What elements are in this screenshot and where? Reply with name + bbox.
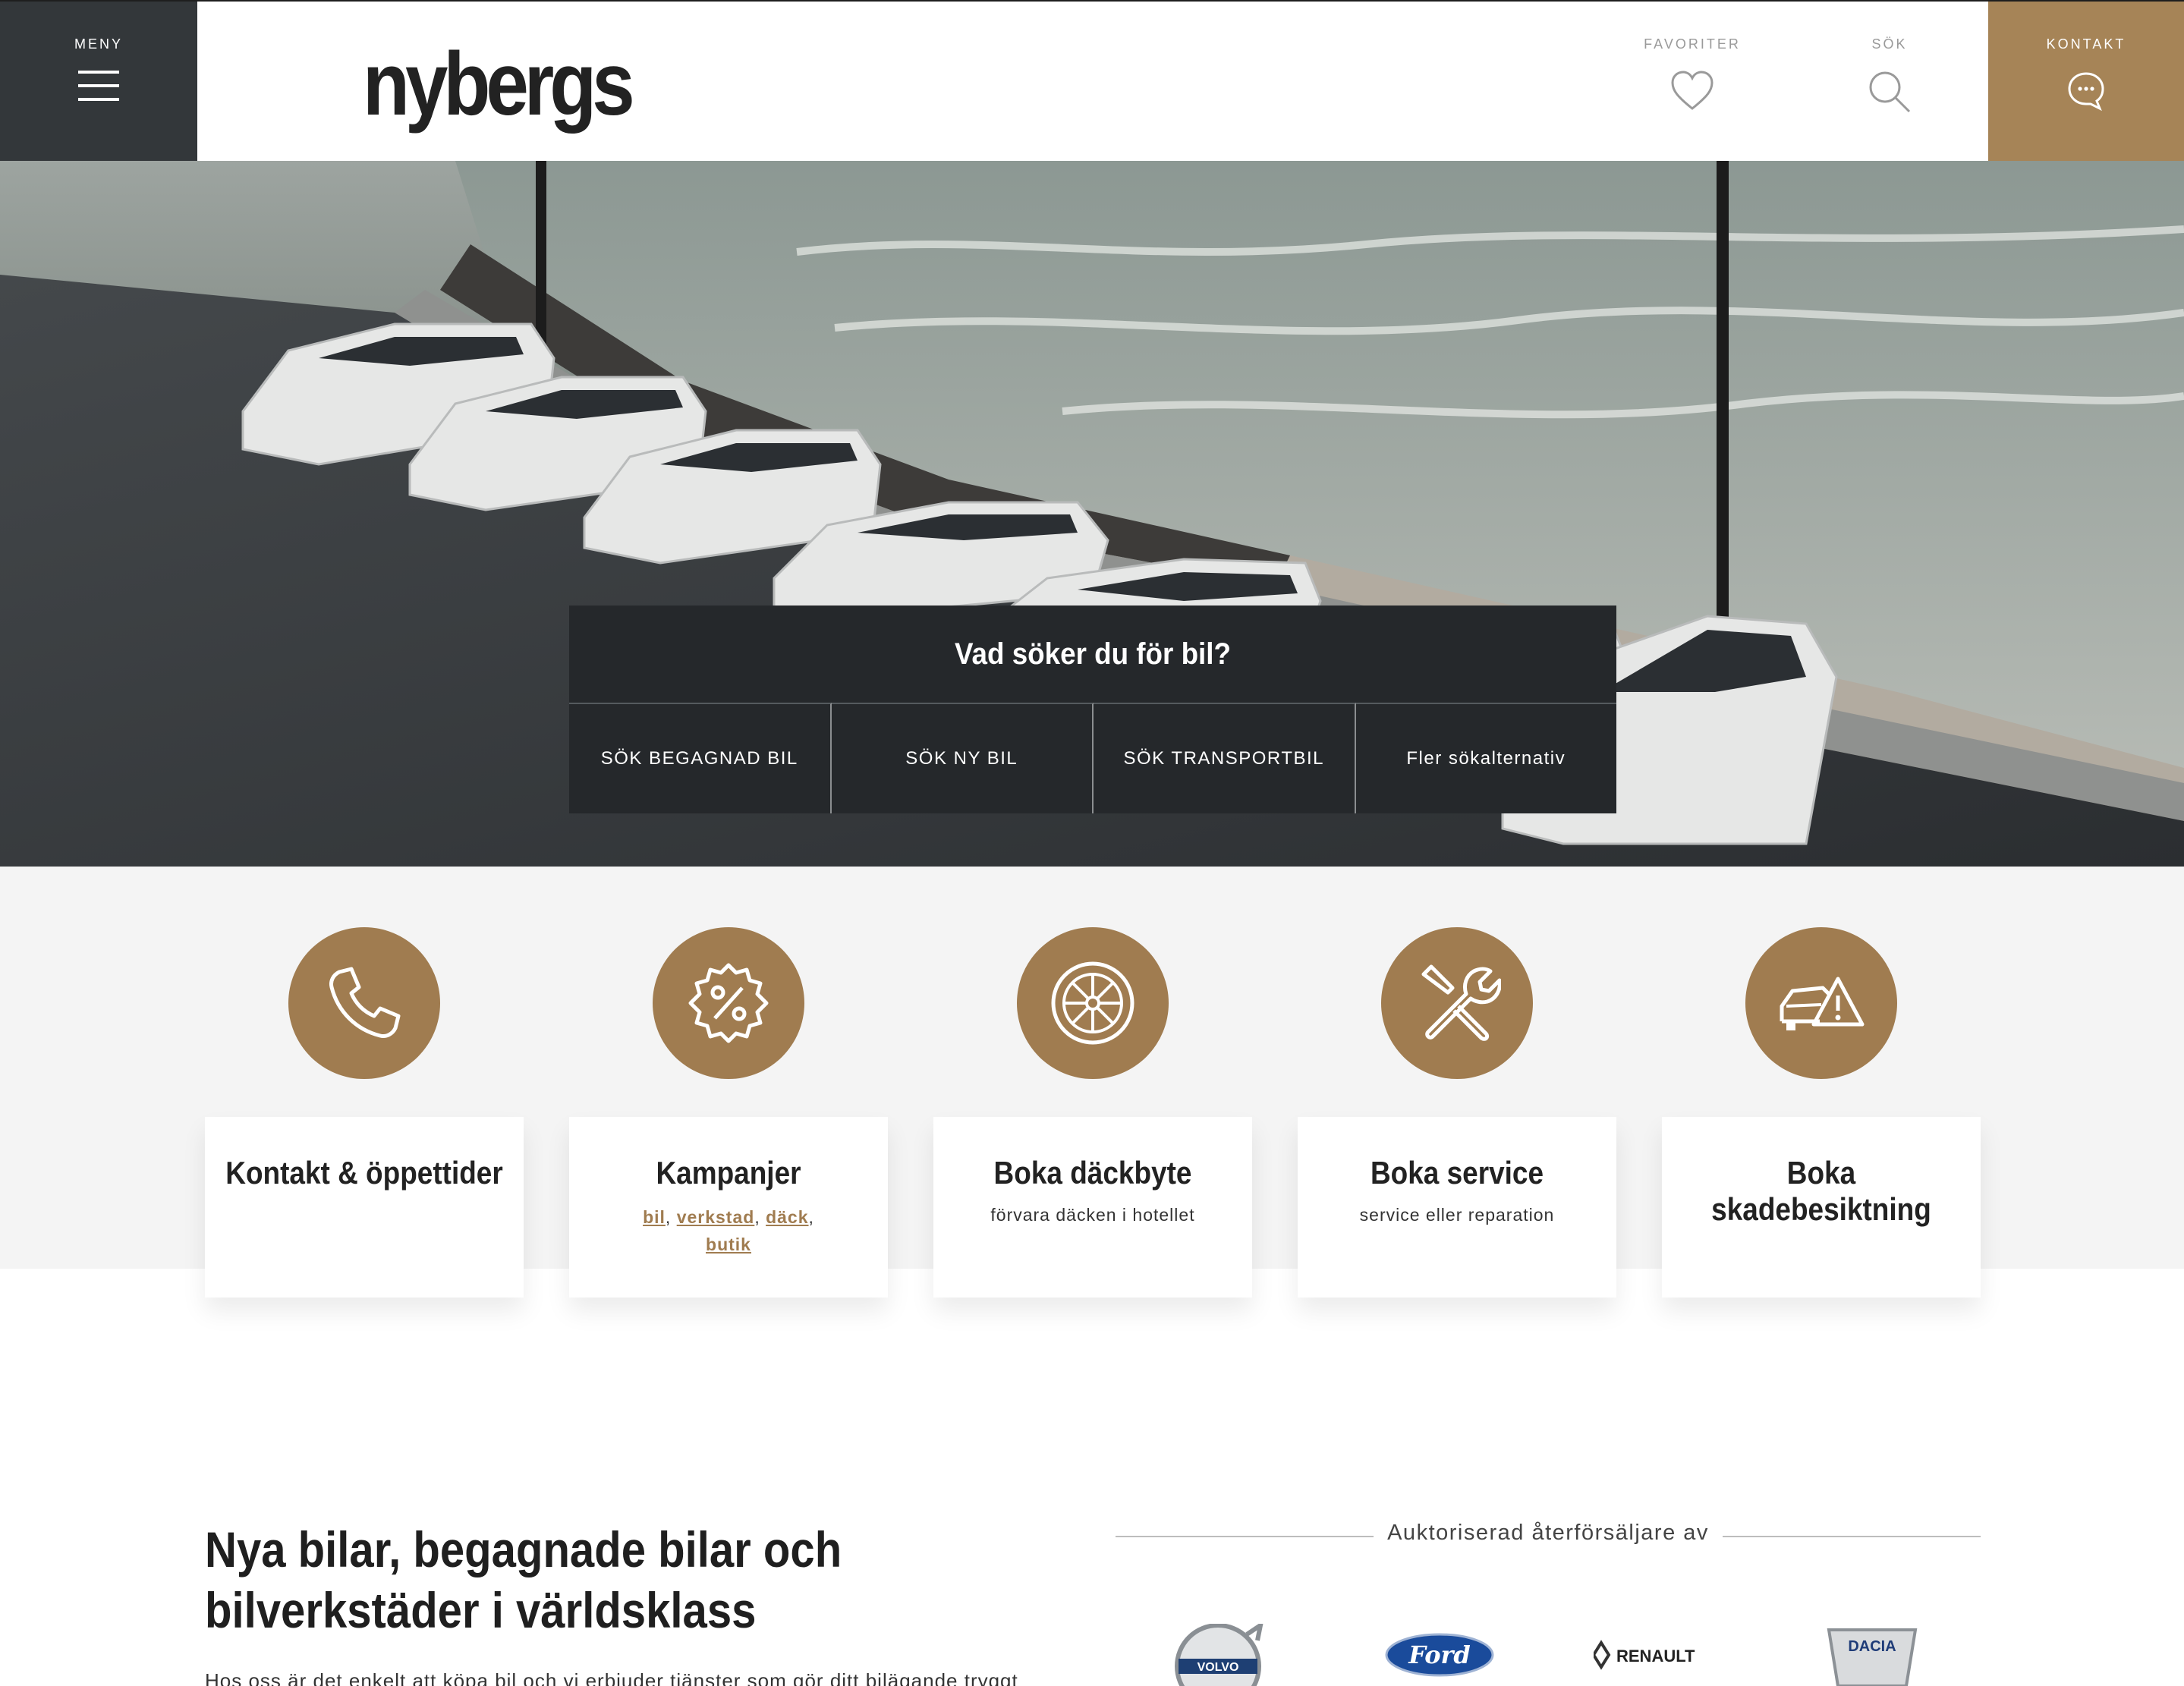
search-options: SÖK BEGAGNAD BIL SÖK NY BIL SÖK TRANSPOR… — [569, 703, 1616, 813]
search-icon — [1869, 71, 1911, 113]
phone-icon — [329, 967, 401, 1038]
ford-logo-icon: Ford — [1385, 1633, 1494, 1677]
search-used-car-button[interactable]: SÖK BEGAGNAD BIL — [569, 703, 832, 813]
search-box-title: Vad söker du för bil? — [955, 637, 1231, 671]
service-damage-title: Boka skadebesiktning — [1711, 1155, 1931, 1227]
service-campaigns-title: Kampanjer — [656, 1155, 801, 1191]
brand-volvo[interactable]: VOLVO — [1169, 1624, 1275, 1686]
percent-badge-icon — [688, 963, 769, 1043]
search-transport-car-button[interactable]: SÖK TRANSPORTBIL — [1094, 703, 1356, 813]
service-repair-subtitle: service eller reparation — [1359, 1205, 1555, 1225]
hero-banner: Vad söker du för bil? SÖK BEGAGNAD BIL S… — [0, 161, 2184, 867]
service-damage-card[interactable]: Boka skadebesiktning — [1662, 1117, 1981, 1298]
service-repair-card[interactable]: Boka service service eller reparation — [1298, 1117, 1616, 1298]
menu-label: MENY — [74, 36, 123, 52]
campaign-link-shop[interactable]: butik — [706, 1235, 751, 1254]
site-logo[interactable]: nybergs — [363, 39, 635, 129]
search-label: SÖK — [1871, 36, 1908, 52]
car-search-box: Vad söker du för bil? SÖK BEGAGNAD BIL S… — [569, 606, 1616, 813]
renault-logo-icon: RENAULT — [1594, 1640, 1695, 1670]
service-campaigns-card[interactable]: Kampanjer bil, verkstad, däck, butik — [569, 1117, 888, 1298]
dacia-text: DACIA — [1848, 1638, 1896, 1655]
campaign-link-tires[interactable]: däck — [766, 1207, 808, 1227]
tools-icon — [1421, 964, 1501, 1041]
service-contact-card[interactable]: Kontakt & öppettider — [205, 1117, 524, 1298]
tire-icon — [1051, 961, 1134, 1045]
favorites-button[interactable]: FAVORITER — [1639, 2, 1745, 162]
intro-text: Hos oss är det enkelt att köpa bil och v… — [205, 1669, 1018, 1686]
service-tire-card[interactable]: Boka däckbyte förvara däcken i hotellet — [933, 1117, 1252, 1298]
service-contact-title: Kontakt & öppettider — [225, 1155, 503, 1191]
search-button[interactable]: SÖK — [1836, 2, 1943, 162]
ford-text: Ford — [1408, 1640, 1471, 1669]
brand-ford[interactable]: Ford — [1383, 1624, 1496, 1686]
car-damage-icon — [1780, 977, 1865, 1030]
service-contact-circle[interactable] — [288, 927, 440, 1079]
chat-bubble-icon — [2068, 72, 2104, 112]
brand-dacia[interactable]: DACIA — [1823, 1624, 1921, 1686]
campaign-links: bil, verkstad, däck, butik — [643, 1207, 814, 1254]
brand-renault[interactable]: RENAULT — [1594, 1624, 1723, 1686]
page-headline: Nya bilar, begagnade bilar och bilverkst… — [205, 1521, 842, 1638]
volvo-logo-icon: VOLVO — [1175, 1624, 1264, 1686]
more-search-options-button[interactable]: Fler sökalternativ — [1355, 703, 1616, 813]
service-tire-title: Boka däckbyte — [993, 1155, 1192, 1191]
dacia-logo-icon: DACIA — [1827, 1628, 1918, 1686]
hamburger-icon — [78, 71, 119, 101]
campaign-link-workshop[interactable]: verkstad — [677, 1207, 755, 1227]
service-damage-circle[interactable] — [1745, 927, 1897, 1079]
contact-label: KONTAKT — [2046, 36, 2126, 52]
search-new-car-button[interactable]: SÖK NY BIL — [831, 703, 1094, 813]
campaign-link-car[interactable]: bil — [643, 1207, 666, 1227]
menu-button[interactable]: MENY — [0, 2, 197, 162]
contact-button[interactable]: KONTAKT — [1988, 2, 2184, 162]
favorites-label: FAVORITER — [1644, 36, 1741, 52]
renault-text: RENAULT — [1616, 1647, 1695, 1666]
dealer-label: Auktoriserad återförsäljare av — [1387, 1521, 1709, 1545]
service-repair-title: Boka service — [1370, 1155, 1544, 1191]
heart-icon — [1671, 71, 1714, 110]
service-tire-circle[interactable] — [1017, 927, 1169, 1079]
service-repair-circle[interactable] — [1381, 927, 1533, 1079]
service-campaigns-circle[interactable] — [653, 927, 804, 1079]
site-header: MENY nybergs FAVORITER SÖK KONTAKT — [0, 0, 2184, 162]
volvo-text: VOLVO — [1197, 1661, 1239, 1674]
service-tire-subtitle: förvara däcken i hotellet — [990, 1205, 1195, 1225]
